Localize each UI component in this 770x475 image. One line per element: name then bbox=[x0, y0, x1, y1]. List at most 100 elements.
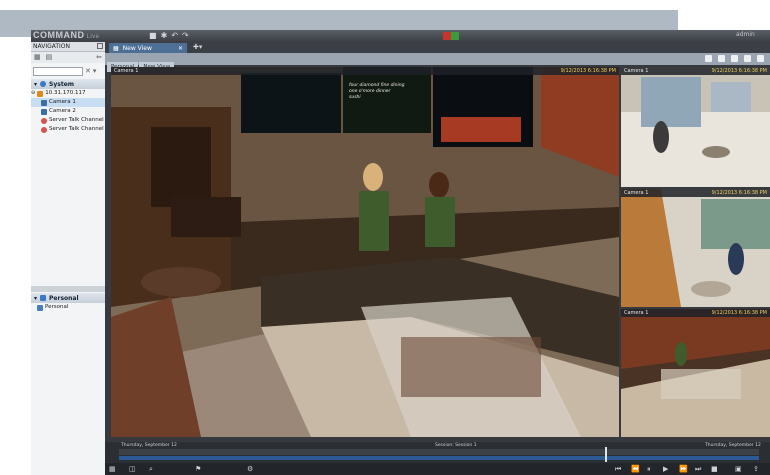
camera-icon[interactable]: ◫ bbox=[129, 465, 136, 473]
clear-icon[interactable]: ✕ bbox=[85, 67, 91, 75]
camera-name: Camera 1 bbox=[624, 310, 649, 316]
panel-splitter[interactable] bbox=[31, 286, 105, 292]
export-clip-icon[interactable]: ⇪ bbox=[753, 465, 759, 473]
camera-video-frame bbox=[111, 67, 619, 437]
timeline[interactable]: Thursday, September 12 Session: Session … bbox=[105, 442, 770, 463]
navigation-toolbar: ▦ ▤ ⇐ bbox=[31, 52, 105, 63]
house-icon bbox=[40, 295, 47, 301]
tree-item-label: Camera 1 bbox=[49, 99, 76, 105]
collapse-arrow-icon[interactable]: ▾ bbox=[34, 81, 37, 88]
search-row: ✕ ▾ bbox=[33, 65, 103, 77]
undo-icon[interactable]: ↶ bbox=[171, 31, 178, 40]
pin-icon[interactable] bbox=[97, 43, 103, 49]
fast-forward-icon[interactable]: ⏩ bbox=[679, 465, 688, 473]
tree-item-label: Server Talk Channel bbox=[49, 126, 104, 132]
navigation-title: NAVIGATION bbox=[33, 43, 71, 50]
expand-icon[interactable]: ⊖ bbox=[31, 89, 35, 98]
camera-header: Camera 1 9/12/2013 6:16:38 PM bbox=[621, 67, 770, 75]
camera-timestamp: 9/12/2013 6:16:38 PM bbox=[711, 190, 767, 196]
title-bar: COMMAND Live ■ ✱ ↶ ↷ admin bbox=[31, 30, 770, 42]
breadcrumb: PersonalNew View bbox=[105, 53, 770, 72]
camera-header: Camera 1 9/12/2013 6:16:38 PM bbox=[621, 309, 770, 317]
grid-icon: ▦ bbox=[113, 44, 119, 52]
settings-icon[interactable]: ✱ bbox=[161, 31, 168, 40]
tab-new-view[interactable]: ▦ New View ✕ bbox=[109, 43, 187, 53]
skip-end-icon[interactable]: ⏭ bbox=[695, 465, 701, 474]
camera-name: Camera 1 bbox=[624, 190, 649, 196]
navigation-panel: NAVIGATION ▦ ▤ ⇐ ✕ ▾ ▾ System ⊖ 10.31.17… bbox=[31, 42, 105, 475]
user-label[interactable]: admin bbox=[736, 31, 755, 38]
folder-icon[interactable]: ▤ bbox=[46, 53, 53, 62]
layout-icon[interactable] bbox=[705, 55, 712, 62]
tree-item-label: Camera 2 bbox=[49, 108, 76, 114]
add-icon[interactable]: ▦ bbox=[34, 53, 41, 62]
camera-video-frame bbox=[621, 309, 770, 437]
tab-label: New View bbox=[122, 44, 152, 52]
tree-item-talk-channel-1[interactable]: Server Talk Channel bbox=[31, 116, 105, 125]
gear-icon[interactable]: ⚙ bbox=[247, 465, 253, 473]
tree-item-label: 10.31.170.117 bbox=[45, 90, 86, 96]
server-icon bbox=[37, 90, 44, 97]
camera-tile-2[interactable]: Camera 1 9/12/2013 6:16:38 PM bbox=[621, 67, 770, 187]
timeline-session-label: Session: Session 1 bbox=[435, 443, 477, 448]
system-section-header[interactable]: ▾ System bbox=[31, 79, 105, 89]
pause-icon[interactable]: ⏸ bbox=[647, 465, 651, 474]
refresh-icon[interactable] bbox=[757, 55, 764, 62]
zoom-icon[interactable]: ⌕ bbox=[149, 465, 153, 474]
personal-label: Personal bbox=[49, 294, 79, 302]
app-logo: COMMAND Live bbox=[33, 30, 100, 40]
globe-icon bbox=[40, 81, 47, 87]
system-label: System bbox=[49, 80, 75, 88]
fullscreen-icon[interactable] bbox=[718, 55, 725, 62]
tab-bar: ▦ New View ✕ ✚▾ bbox=[105, 42, 770, 53]
tree-item-camera-2[interactable]: Camera 2 bbox=[31, 107, 105, 116]
tree-item-label: Personal bbox=[45, 304, 69, 310]
personal-section-header[interactable]: ▾ Personal bbox=[31, 293, 105, 303]
alarm-indicator-icon[interactable] bbox=[443, 32, 459, 40]
tree-item-personal[interactable]: Personal bbox=[31, 303, 105, 312]
camera-timestamp: 9/12/2013 6:16:38 PM bbox=[711, 310, 767, 316]
timeline-date-right: Thursday, September 12 bbox=[705, 443, 761, 448]
camera-name: Camera 1 bbox=[624, 68, 649, 74]
redo-icon[interactable]: ↷ bbox=[182, 31, 189, 40]
play-icon[interactable]: ▶ bbox=[663, 465, 668, 473]
rewind-icon[interactable]: ⏪ bbox=[631, 465, 640, 473]
microphone-icon bbox=[41, 117, 47, 124]
camera-video-frame bbox=[621, 67, 770, 187]
camera-icon bbox=[41, 99, 47, 106]
timeline-cursor[interactable] bbox=[605, 447, 608, 462]
search-input[interactable] bbox=[33, 66, 83, 76]
menu-board-line: sushi bbox=[349, 95, 361, 100]
skip-start-icon[interactable]: ⏮ bbox=[615, 465, 621, 474]
add-tab-icon[interactable]: ✚▾ bbox=[193, 43, 202, 51]
logo-edition: Live bbox=[86, 34, 100, 40]
timeline-recording-bar bbox=[119, 456, 759, 460]
camera-timestamp: 9/12/2013 6:16:38 PM bbox=[560, 68, 616, 74]
timeline-date-left: Thursday, September 12 bbox=[121, 443, 177, 448]
calendar-icon[interactable]: ▣ bbox=[735, 465, 742, 473]
sequence-icon[interactable] bbox=[744, 55, 751, 62]
camera-icon bbox=[41, 108, 47, 115]
camera-tile-4[interactable]: Camera 1 9/12/2013 6:16:38 PM bbox=[621, 309, 770, 437]
stop-icon[interactable]: ■ bbox=[711, 465, 718, 473]
marker-icon[interactable]: ⚑ bbox=[195, 465, 201, 473]
app-window: COMMAND Live ■ ✱ ↶ ↷ admin NAVIGATION ▦ ▤… bbox=[31, 30, 770, 475]
tree-item-talk-channel-2[interactable]: Server Talk Channel bbox=[31, 125, 105, 134]
camera-tile-3[interactable]: Camera 1 9/12/2013 6:16:38 PM bbox=[621, 189, 770, 307]
menu-board-text: four diamond fine dining one o'more dinn… bbox=[349, 83, 431, 101]
camera-tile-main[interactable]: Camera 1 9/12/2013 6:16:38 PM four diamo… bbox=[111, 67, 619, 437]
view-area: ▦ New View ✕ ✚▾ PersonalNew View bbox=[105, 42, 770, 475]
collapse-arrow-icon[interactable]: ▾ bbox=[34, 295, 37, 302]
camera-name: Camera 1 bbox=[114, 68, 139, 74]
tree-item-server[interactable]: ⊖ 10.31.170.117 bbox=[31, 89, 105, 98]
camera-header: Camera 1 9/12/2013 6:16:38 PM bbox=[621, 189, 770, 197]
filter-icon[interactable]: ▾ bbox=[93, 67, 97, 75]
camera-video-frame bbox=[621, 189, 770, 307]
collapse-icon[interactable]: ⇐ bbox=[96, 53, 102, 62]
close-icon[interactable]: ✕ bbox=[178, 45, 183, 52]
timeline-track[interactable] bbox=[119, 449, 759, 455]
export-icon[interactable] bbox=[731, 55, 738, 62]
save-icon[interactable]: ■ bbox=[149, 31, 157, 40]
tree-item-camera-1[interactable]: Camera 1 bbox=[31, 98, 105, 107]
layout-grid-icon[interactable]: ▦ bbox=[109, 465, 116, 473]
